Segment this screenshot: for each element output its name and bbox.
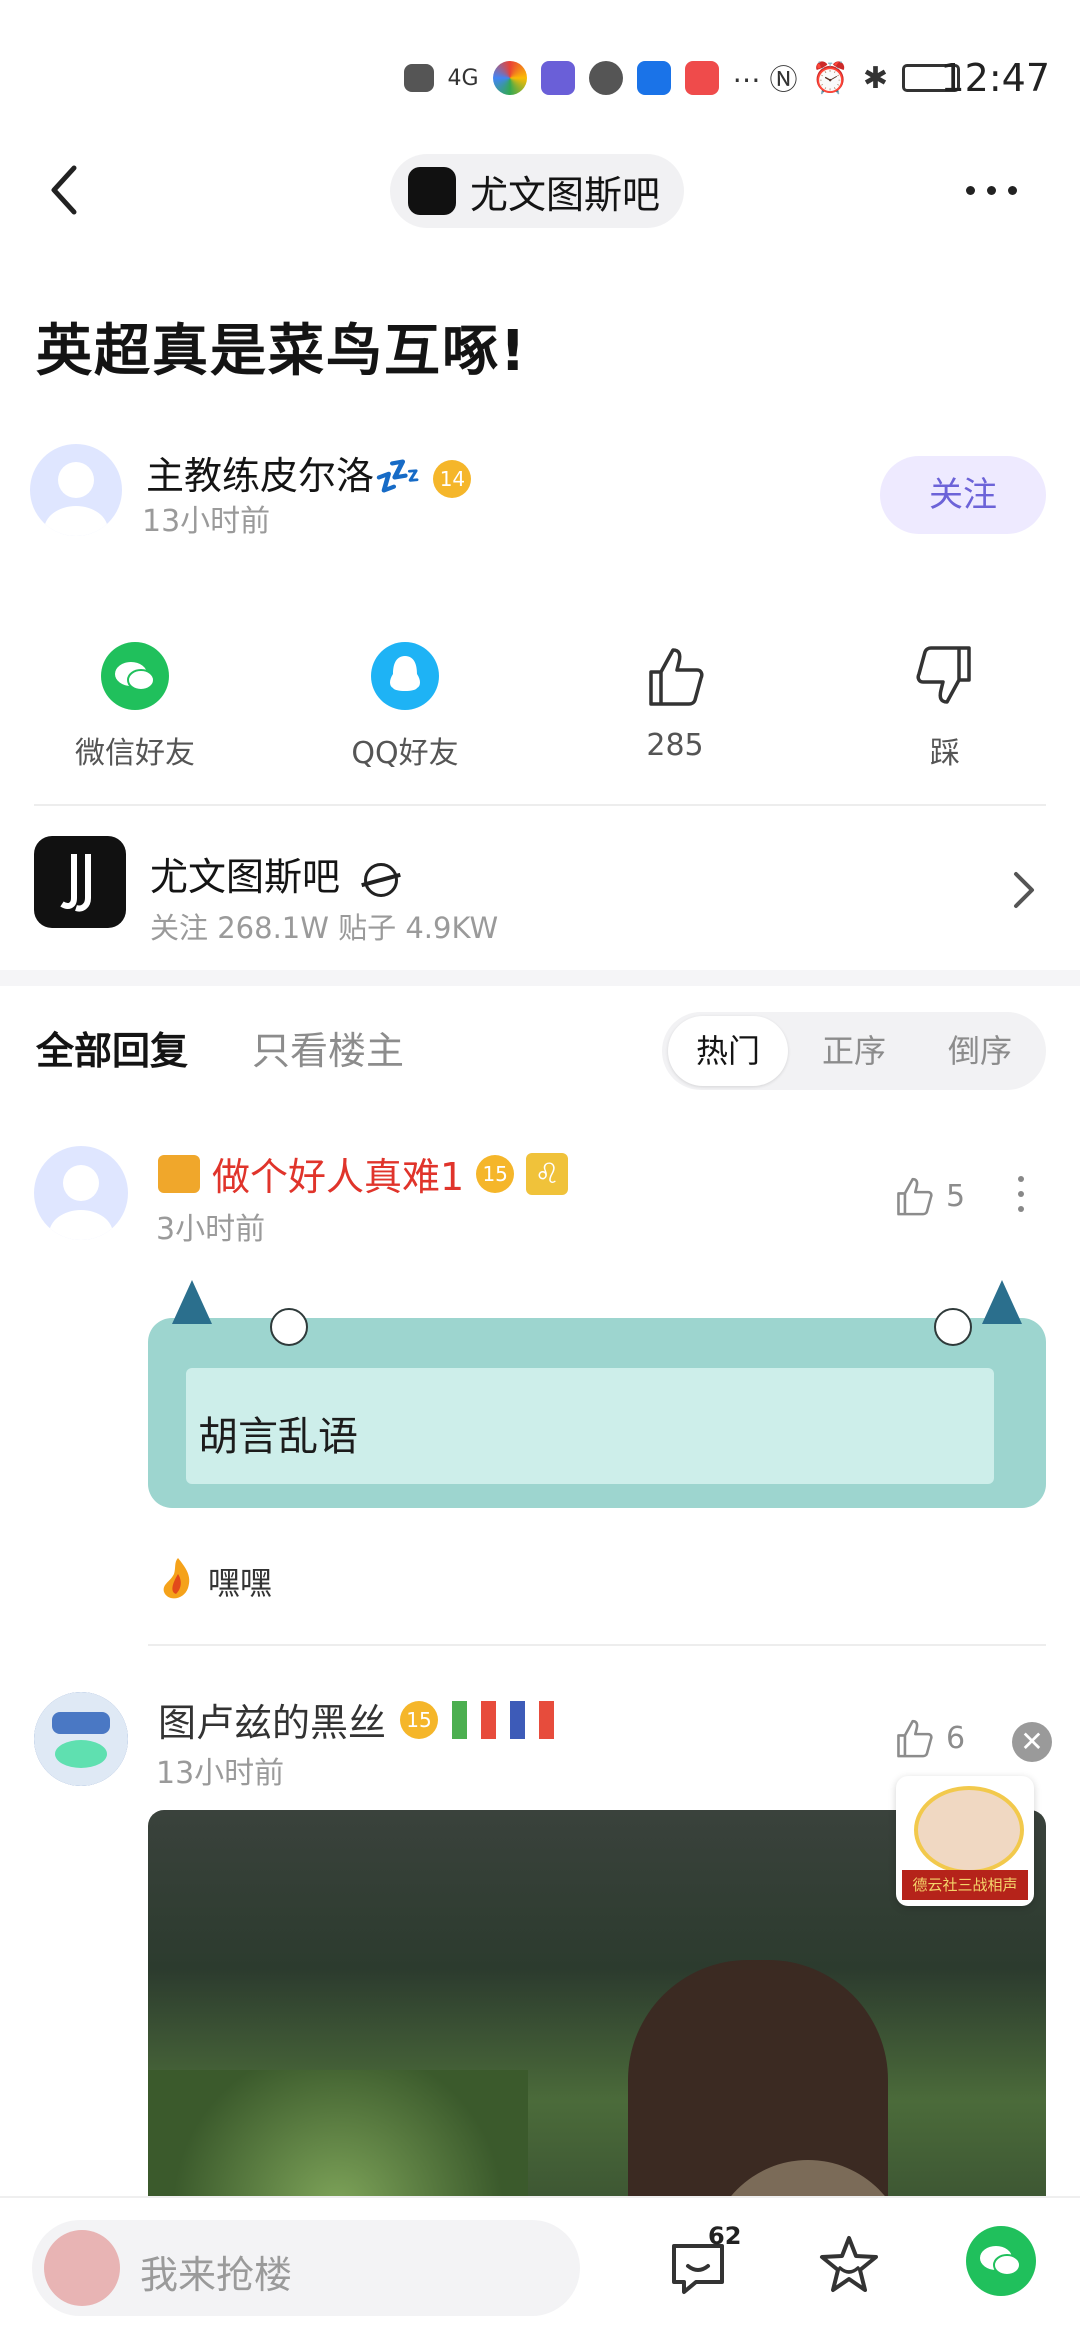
reply-time: 13小时前 (156, 1756, 285, 1791)
follow-button[interactable]: 关注 (880, 456, 1046, 534)
forum-name-row[interactable]: 尤文图斯吧 (150, 846, 401, 901)
forum-badge-icon (361, 862, 401, 897)
back-button[interactable] (42, 160, 90, 220)
reply-time: 3小时前 (156, 1212, 266, 1247)
thumbs-up-icon (897, 1177, 933, 1216)
status-icons: 4G ⋯ Ⓝ ⏰ ✱ (403, 56, 960, 100)
author-name: 主教练皮尔洛💤 (146, 454, 422, 498)
bubble-inner: 胡言乱语 (186, 1368, 994, 1484)
default-avatar-icon (44, 462, 108, 536)
avatar[interactable] (30, 444, 122, 536)
leo-sign-icon: ♌ (526, 1152, 569, 1195)
like-count: 285 (646, 728, 704, 763)
status-bar: 4G ⋯ Ⓝ ⏰ ✱ 12:47 (0, 0, 1080, 140)
dislike-button[interactable]: 踩 (855, 642, 1035, 772)
ad-banner-text: 德云社三战相声 (902, 1870, 1028, 1900)
wechat-icon (101, 642, 169, 710)
more-icon[interactable] (966, 186, 1017, 195)
reply-like-button[interactable]: 6 (892, 1716, 965, 1760)
masked-face-avatar-icon (34, 1692, 128, 1786)
app-icon (492, 61, 527, 95)
bubble-eye-left (270, 1308, 308, 1346)
comment-count-badge: 62 (708, 2222, 742, 2250)
level-badge: 14 (433, 459, 472, 498)
thumbs-up-icon (649, 648, 704, 706)
reply-bubble: 胡言乱语 (148, 1280, 1046, 1508)
message-icon (588, 61, 623, 95)
bulb-icon (636, 61, 671, 95)
bubble-eye-right (934, 1308, 972, 1346)
juventus-logo-icon (408, 167, 456, 215)
dislike-label: 踩 (930, 736, 960, 771)
share-qq-label: QQ好友 (351, 736, 459, 771)
forum-name: 尤文图斯吧 (150, 855, 341, 899)
reply-name-row[interactable]: 图卢兹的黑丝 15 (158, 1692, 555, 1747)
divider (148, 1644, 1046, 1646)
qq-icon (371, 642, 439, 710)
store-icon (684, 61, 719, 95)
author-name-row[interactable]: 主教练皮尔洛💤 14 (146, 445, 472, 500)
divider (34, 804, 1046, 806)
bluetooth-icon: ✱ (862, 60, 888, 96)
forum-stats: 关注 268.1W 贴子 4.9KW (150, 911, 499, 945)
tieba-icon (540, 61, 575, 95)
france-flag-icon (510, 1700, 555, 1739)
sort-toggle: 热门 正序 倒序 (662, 1012, 1046, 1090)
status-time: 12:47 (940, 56, 1050, 100)
sort-asc[interactable]: 正序 (794, 1016, 914, 1086)
share-qq-button[interactable]: QQ好友 (315, 642, 495, 772)
reply-name-row[interactable]: 做个好人真难1 15 ♌ (158, 1146, 569, 1201)
reply-author-name: 做个好人真难1 (212, 1155, 465, 1199)
sort-hot[interactable]: 热门 (668, 1016, 788, 1086)
share-wechat-button[interactable]: 微信好友 (45, 642, 225, 772)
reply-input-placeholder: 我来抢楼 (140, 2253, 293, 2297)
chevron-right-icon[interactable] (1012, 870, 1036, 914)
close-icon[interactable]: ✕ (1012, 1722, 1052, 1762)
avatar[interactable] (34, 1692, 128, 1786)
hd-icon (403, 64, 434, 92)
reply-like-button[interactable]: 5 (892, 1174, 965, 1218)
star-icon (820, 2236, 878, 2292)
flame-icon (160, 1556, 194, 1602)
crown-icon (158, 1154, 200, 1193)
post-title: 英超真是菜鸟互啄! (36, 319, 528, 384)
sort-desc[interactable]: 倒序 (920, 1016, 1040, 1086)
forum-pill-name: 尤文图斯吧 (470, 172, 661, 217)
nfc-icon: ⋯ Ⓝ (732, 63, 798, 96)
bubble-horn-right (982, 1280, 1022, 1324)
alarm-icon: ⏰ (811, 60, 849, 96)
wechat-icon (980, 2246, 1021, 2276)
share-wechat-label: 微信好友 (75, 736, 195, 771)
tab-all-replies[interactable]: 全部回复 (36, 1020, 188, 1075)
reply-text: 胡言乱语 (198, 1414, 358, 1460)
section-separator (0, 970, 1080, 986)
reply-like-count: 5 (946, 1178, 966, 1214)
default-avatar-icon (49, 1165, 113, 1240)
reply-tail-text: 嘿嘿 (208, 1564, 273, 1602)
italy-flag-icon (452, 1700, 497, 1739)
wechat-share-button[interactable] (966, 2226, 1036, 2296)
ad-figure-icon (914, 1786, 1024, 1874)
like-button[interactable]: 285 (585, 642, 765, 763)
thumbs-down-icon (916, 646, 971, 704)
favorite-button[interactable] (816, 2232, 882, 2302)
forum-pill[interactable]: 尤文图斯吧 (390, 154, 685, 228)
thumbs-up-icon (897, 1719, 933, 1758)
avatar (44, 2230, 120, 2306)
post-time: 13小时前 (142, 504, 271, 539)
level-badge: 15 (400, 1700, 439, 1739)
floating-ad[interactable]: 德云社三战相声 (896, 1776, 1034, 1906)
reply-author-name: 图卢兹的黑丝 (158, 1701, 387, 1745)
reply-like-count: 6 (946, 1720, 966, 1756)
level-badge: 15 (476, 1154, 515, 1193)
signal-icon: 4G (447, 65, 479, 91)
bubble-horn-left (172, 1280, 212, 1324)
tab-host-only[interactable]: 只看楼主 (252, 1020, 404, 1075)
avatar[interactable] (34, 1146, 128, 1240)
forum-logo[interactable] (34, 836, 126, 928)
chevron-left-icon (51, 165, 77, 215)
reply-more-icon[interactable] (1018, 1176, 1024, 1212)
reply-input[interactable]: 我来抢楼 (32, 2220, 580, 2316)
